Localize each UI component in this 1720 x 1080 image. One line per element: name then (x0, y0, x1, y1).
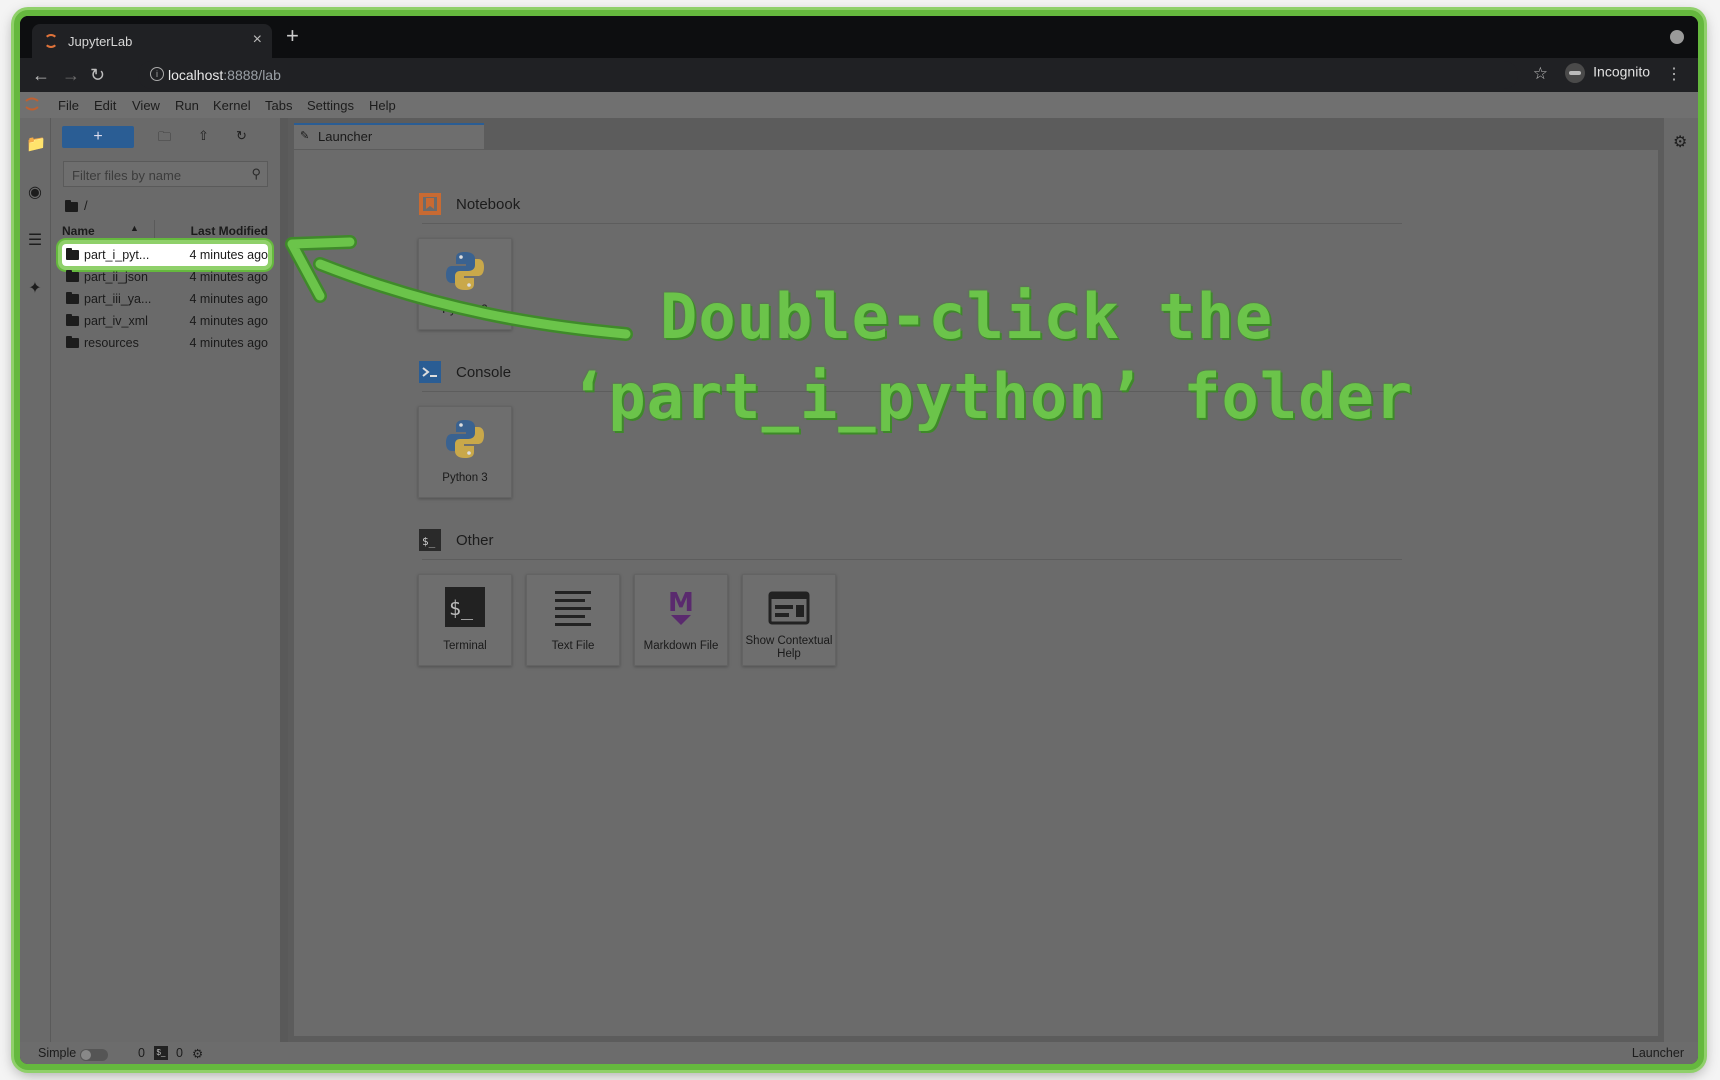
screenshot-frame: JupyterLab × + ← → ↻ i localhost:8888/la… (14, 10, 1704, 1070)
annotation-arrow (285, 235, 633, 341)
annotation-line-1: Double-click the (660, 280, 1274, 353)
annotation-line-2: ‘part_i_python’ folder (570, 360, 1414, 433)
